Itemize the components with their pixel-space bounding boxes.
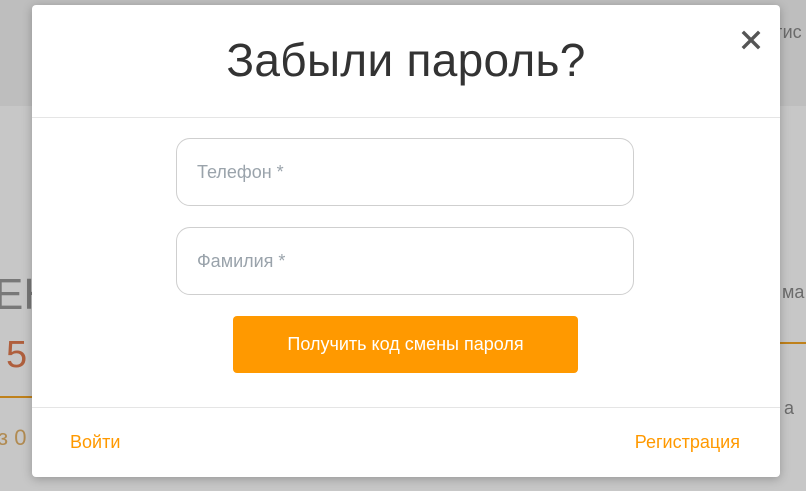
forgot-password-modal: Забыли пароль? Получить код смены пароля… [32, 5, 780, 477]
modal-title: Забыли пароль? [226, 34, 586, 86]
register-link[interactable]: Регистрация [635, 432, 740, 453]
close-button[interactable] [738, 27, 764, 53]
phone-input[interactable] [176, 138, 634, 206]
get-reset-code-button[interactable]: Получить код смены пароля [233, 316, 578, 373]
header-divider [32, 117, 780, 118]
surname-input[interactable] [176, 227, 634, 295]
login-link[interactable]: Войти [70, 432, 120, 453]
footer-divider [32, 407, 780, 408]
close-icon [741, 30, 761, 50]
